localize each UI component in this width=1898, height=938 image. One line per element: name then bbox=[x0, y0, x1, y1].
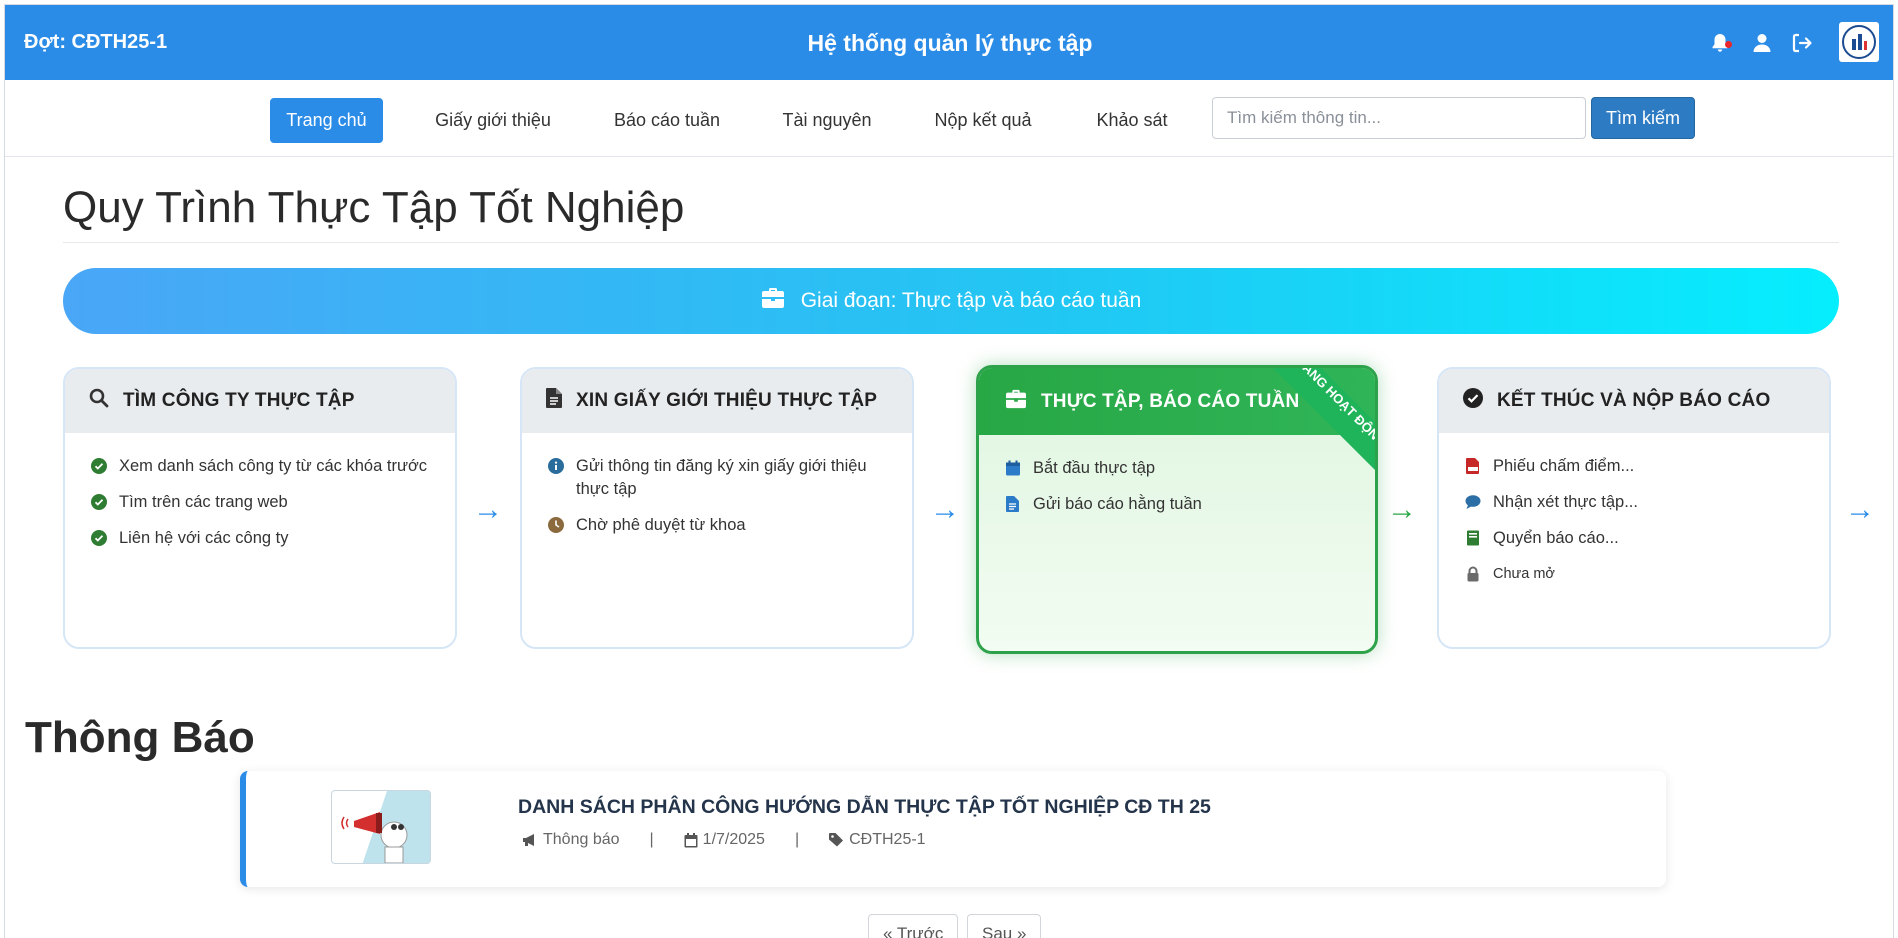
phase-label: Giai đoạn: Thực tập và báo cáo tuần bbox=[800, 289, 1142, 312]
meta-separator: | bbox=[649, 831, 654, 848]
bullhorn-icon bbox=[523, 834, 534, 846]
calendar-icon bbox=[684, 832, 698, 847]
nav-item-submit-results[interactable]: Nộp kết quả bbox=[927, 98, 1039, 143]
title-divider bbox=[63, 242, 1839, 243]
nav-item-survey[interactable]: Khảo sát bbox=[1087, 98, 1177, 143]
step-item-link[interactable]: Phiếu chấm điểm... bbox=[1465, 455, 1803, 478]
step-card-internship-active[interactable]: ĐANG HOẠT ĐỘNG THỰC TẬP, BÁO CÁO TUẦN Bắ… bbox=[976, 365, 1378, 654]
file-icon bbox=[546, 388, 562, 414]
announcements-title: Thông Báo bbox=[25, 713, 255, 762]
search-button[interactable]: Tìm kiếm bbox=[1591, 97, 1695, 139]
announcement-meta: Thông báo | 1/7/2025 | CĐTH25-1 bbox=[522, 831, 926, 849]
megaphone-thumbnail bbox=[331, 790, 431, 864]
comment-icon bbox=[1465, 495, 1481, 509]
step-item: Bắt đầu thực tập bbox=[1005, 457, 1349, 480]
bell-icon[interactable] bbox=[1709, 32, 1732, 54]
tag-icon bbox=[829, 833, 844, 847]
page-title: Quy Trình Thực Tập Tốt Nghiệp bbox=[63, 183, 685, 232]
next-page-button[interactable]: Sau » bbox=[967, 914, 1042, 938]
step-item-link[interactable]: Quyển báo cáo... bbox=[1465, 527, 1803, 550]
nav-item-intro-letter[interactable]: Giấy giới thiệu bbox=[425, 98, 561, 143]
period-label: Đợt: CĐTH25-1 bbox=[24, 31, 168, 53]
meta-separator: | bbox=[794, 831, 800, 848]
step-arrow: → bbox=[1845, 493, 1875, 526]
nav-item-weekly-report[interactable]: Báo cáo tuần bbox=[605, 98, 729, 143]
check-circle-icon bbox=[91, 530, 107, 546]
step-title: XIN GIẤY GIỚI THIỆU THỰC TẬP bbox=[576, 390, 878, 411]
school-logo[interactable] bbox=[1839, 22, 1879, 62]
announcement-title[interactable]: DANH SÁCH PHÂN CÔNG HƯỚNG DẪN THỰC TẬP T… bbox=[518, 796, 1211, 819]
step-title: KẾT THÚC VÀ NỘP BÁO CÁO bbox=[1497, 390, 1771, 411]
phase-banner: Giai đoạn: Thực tập và báo cáo tuần bbox=[63, 268, 1839, 334]
step-card-header: TÌM CÔNG TY THỰC TẬP bbox=[65, 369, 455, 433]
notification-dot bbox=[1725, 41, 1732, 48]
app-window: Đợt: CĐTH25-1 Hệ thống quản lý thực tập … bbox=[4, 4, 1894, 938]
briefcase-icon bbox=[1005, 389, 1027, 415]
step-item: Liên hệ với các công ty bbox=[91, 527, 429, 550]
file-icon bbox=[1006, 496, 1019, 512]
pdf-icon bbox=[1466, 458, 1479, 474]
top-bar: Đợt: CĐTH25-1 Hệ thống quản lý thực tập bbox=[5, 5, 1893, 80]
search-icon bbox=[89, 388, 109, 414]
step-item: Tìm trên các trang web bbox=[91, 491, 429, 514]
app-title: Hệ thống quản lý thực tập bbox=[807, 30, 1093, 56]
book-icon bbox=[1467, 530, 1479, 546]
announcement-date: 1/7/2025 bbox=[702, 831, 765, 848]
check-circle-icon bbox=[91, 494, 107, 510]
step-item: Gửi thông tin đăng ký xin giấy giới thiệ… bbox=[548, 455, 886, 501]
check-circle-icon bbox=[1463, 388, 1483, 414]
user-icon[interactable] bbox=[1751, 32, 1773, 54]
step-arrow: → bbox=[1387, 493, 1417, 526]
step-item: Chờ phê duyệt từ khoa bbox=[548, 514, 886, 537]
logout-icon[interactable] bbox=[1791, 32, 1813, 54]
step-arrow: → bbox=[930, 493, 960, 526]
step-item: Chưa mở bbox=[1465, 563, 1803, 586]
announcement-category: Thông báo bbox=[543, 831, 620, 848]
clock-icon bbox=[548, 517, 564, 533]
step-card-intro-letter[interactable]: XIN GIẤY GIỚI THIỆU THỰC TẬP Gửi thông t… bbox=[520, 367, 914, 649]
step-item: Xem danh sách công ty từ các khóa trước bbox=[91, 455, 429, 478]
calendar-icon bbox=[1006, 460, 1020, 476]
announcement-card[interactable]: DANH SÁCH PHÂN CÔNG HƯỚNG DẪN THỰC TẬP T… bbox=[240, 771, 1666, 887]
step-card-header: KẾT THÚC VÀ NỘP BÁO CÁO bbox=[1439, 369, 1829, 433]
nav-item-home[interactable]: Trang chủ bbox=[270, 98, 383, 143]
step-title: THỰC TẬP, BÁO CÁO TUẦN bbox=[1041, 390, 1300, 412]
briefcase-icon bbox=[761, 287, 785, 315]
step-title: TÌM CÔNG TY THỰC TẬP bbox=[123, 390, 355, 411]
step-item-link[interactable]: Nhận xét thực tập... bbox=[1465, 491, 1803, 514]
step-card-find-company[interactable]: TÌM CÔNG TY THỰC TẬP Xem danh sách công … bbox=[63, 367, 457, 649]
prev-page-button[interactable]: « Trước bbox=[868, 914, 959, 938]
step-arrow: → bbox=[473, 493, 503, 526]
search-input[interactable] bbox=[1212, 97, 1586, 139]
check-circle-icon bbox=[91, 458, 107, 474]
info-circle-icon bbox=[548, 458, 564, 474]
nav-item-resources[interactable]: Tài nguyên bbox=[775, 98, 879, 143]
step-card-finish-submit[interactable]: KẾT THÚC VÀ NỘP BÁO CÁO Phiếu chấm điểm.… bbox=[1437, 367, 1831, 649]
main-nav: Trang chủ Giấy giới thiệu Báo cáo tuần T… bbox=[5, 80, 1893, 157]
step-item: Gửi báo cáo hằng tuần bbox=[1005, 493, 1349, 516]
announcement-tag: CĐTH25-1 bbox=[849, 831, 926, 848]
lock-icon bbox=[1467, 566, 1479, 582]
step-card-header: XIN GIẤY GIỚI THIỆU THỰC TẬP bbox=[522, 369, 912, 433]
